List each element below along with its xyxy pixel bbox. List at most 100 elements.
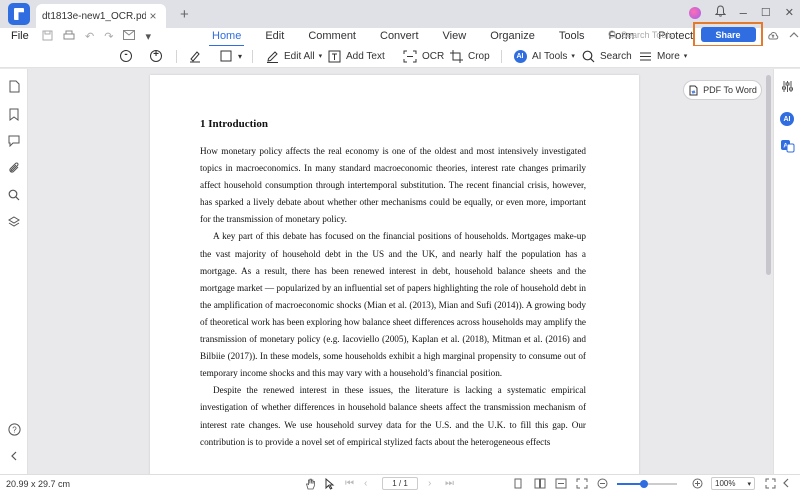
- email-icon[interactable]: [123, 30, 136, 44]
- zoom-slider-handle[interactable]: [640, 480, 648, 488]
- ocr-icon: [402, 48, 418, 64]
- collapse-ribbon-icon[interactable]: [789, 30, 799, 43]
- more-button[interactable]: More ▾: [637, 48, 687, 64]
- toolbar-divider: [252, 50, 253, 63]
- next-page-icon[interactable]: ›: [428, 478, 431, 489]
- tab-edit[interactable]: Edit: [253, 30, 296, 46]
- ai-tools-label: AI Tools: [532, 50, 568, 62]
- print-icon[interactable]: [63, 30, 75, 44]
- comment-icon[interactable]: [7, 134, 21, 148]
- menu-lines-icon: [637, 48, 653, 64]
- title-bar: dt1813e-new1_OCR.pdf × + – ☐ ✕: [0, 0, 800, 28]
- status-zoom-out-icon[interactable]: [597, 478, 608, 492]
- tab-comment[interactable]: Comment: [296, 30, 368, 46]
- status-bar: 20.99 x 29.7 cm ⏮ ‹ 1 / 1 › ⏭ 100% ▾: [0, 474, 800, 492]
- previous-page-icon[interactable]: ‹: [364, 478, 367, 489]
- chevron-down-icon: ▾: [747, 480, 751, 488]
- document-tab-title: dt1813e-new1_OCR.pdf: [42, 10, 146, 22]
- ocr-label: OCR: [422, 50, 445, 62]
- hand-tool-icon[interactable]: [305, 478, 316, 492]
- page-number-input[interactable]: 1 / 1: [382, 477, 418, 490]
- status-zoom-in-icon[interactable]: [692, 478, 703, 492]
- document-tab[interactable]: dt1813e-new1_OCR.pdf ×: [36, 4, 166, 28]
- fit-width-icon[interactable]: [555, 478, 567, 492]
- page-indicator: 1 / 1: [392, 479, 408, 488]
- select-tool-icon[interactable]: [324, 477, 335, 492]
- customize-toolbar-icon[interactable]: ▾: [145, 30, 151, 44]
- pdf-page[interactable]: 1 Introduction How monetary policy affec…: [150, 75, 639, 474]
- ribbon-right-controls: [767, 30, 799, 43]
- tab-view[interactable]: View: [431, 30, 479, 46]
- collapse-left-panel-icon[interactable]: [7, 449, 21, 463]
- toolbar-divider: [176, 50, 177, 63]
- page-content: 1 Introduction How monetary policy affec…: [200, 118, 586, 451]
- last-page-icon[interactable]: ⏭: [445, 478, 454, 489]
- search-button[interactable]: Search: [580, 48, 632, 64]
- fit-page-icon[interactable]: [576, 478, 588, 492]
- first-page-icon[interactable]: ⏮: [345, 478, 354, 489]
- crop-label: Crop: [468, 50, 490, 62]
- search-label: Search: [600, 50, 632, 62]
- tab-close-icon[interactable]: ×: [146, 9, 160, 23]
- attachment-icon[interactable]: [7, 161, 21, 175]
- share-button[interactable]: Share: [700, 27, 756, 42]
- save-icon[interactable]: [42, 30, 53, 44]
- redo-icon[interactable]: ↷: [104, 30, 113, 44]
- collapse-right-panel-icon[interactable]: [782, 478, 790, 491]
- search-panel-icon[interactable]: [7, 188, 21, 202]
- maximize-button[interactable]: ☐: [761, 6, 771, 19]
- ai-assistant-icon[interactable]: AI: [780, 112, 794, 126]
- ai-translate-icon[interactable]: A: [780, 139, 795, 156]
- search-tools-field[interactable]: Search Tools: [608, 30, 673, 40]
- cloud-upload-icon[interactable]: [767, 30, 779, 43]
- share-highlight: Share: [693, 22, 763, 47]
- properties-sliders-icon[interactable]: [781, 80, 794, 96]
- home-toolbar: - + ▾ Edit All ▾ Add Text OCR Crop AI AI…: [0, 46, 800, 68]
- pdf-to-word-button[interactable]: PDF To Word: [683, 80, 762, 100]
- zoom-out-icon: -: [120, 50, 132, 62]
- two-page-view-icon[interactable]: [534, 478, 546, 492]
- avatar[interactable]: [688, 6, 701, 19]
- tab-organize[interactable]: Organize: [478, 30, 547, 46]
- paragraph: A key part of this debate has focused on…: [200, 231, 586, 379]
- chevron-down-icon: ▾: [238, 51, 243, 61]
- search-tools-placeholder: Search Tools: [621, 30, 673, 40]
- add-text-button[interactable]: Add Text: [326, 48, 385, 64]
- shape-button[interactable]: ▾: [218, 48, 242, 64]
- zoom-in-button[interactable]: +: [148, 48, 164, 64]
- minimize-button[interactable]: –: [740, 5, 747, 20]
- vertical-scrollbar[interactable]: [766, 75, 771, 275]
- edit-all-button[interactable]: Edit All ▾: [264, 48, 322, 64]
- rectangle-icon: [218, 48, 234, 64]
- crop-icon: [448, 48, 464, 64]
- thumbnails-icon[interactable]: [7, 79, 21, 93]
- chevron-down-icon: ▾: [318, 53, 323, 60]
- notification-bell-icon[interactable]: [714, 5, 726, 20]
- zoom-level-select[interactable]: 100% ▾: [711, 477, 755, 490]
- toolbar-divider: [501, 50, 502, 63]
- section-heading: 1 Introduction: [200, 118, 268, 130]
- tab-convert[interactable]: Convert: [368, 30, 431, 46]
- add-text-icon: [326, 48, 342, 64]
- help-icon[interactable]: ?: [7, 422, 21, 436]
- ocr-button[interactable]: OCR: [402, 48, 444, 64]
- undo-icon[interactable]: ↶: [85, 30, 94, 44]
- file-menu[interactable]: File: [11, 30, 29, 42]
- tab-home[interactable]: Home: [200, 30, 253, 47]
- crop-button[interactable]: Crop: [448, 48, 490, 64]
- ai-tools-button[interactable]: AI AI Tools ▾: [512, 48, 575, 64]
- bookmark-icon[interactable]: [7, 107, 21, 121]
- new-tab-button[interactable]: +: [180, 6, 189, 23]
- document-canvas[interactable]: 1 Introduction How monetary policy affec…: [29, 69, 773, 474]
- highlight-button[interactable]: [187, 48, 203, 64]
- zoom-slider[interactable]: [617, 480, 677, 488]
- chevron-down-icon: ▾: [683, 53, 688, 60]
- zoom-out-button[interactable]: -: [118, 48, 134, 64]
- layers-icon[interactable]: [7, 215, 21, 229]
- svg-text:?: ?: [12, 425, 17, 434]
- paragraph: How monetary policy affects the real eco…: [200, 146, 586, 225]
- tab-tools[interactable]: Tools: [547, 30, 597, 46]
- close-window-button[interactable]: ✕: [785, 6, 794, 19]
- fullscreen-icon[interactable]: [765, 478, 776, 492]
- single-page-view-icon[interactable]: [513, 478, 523, 492]
